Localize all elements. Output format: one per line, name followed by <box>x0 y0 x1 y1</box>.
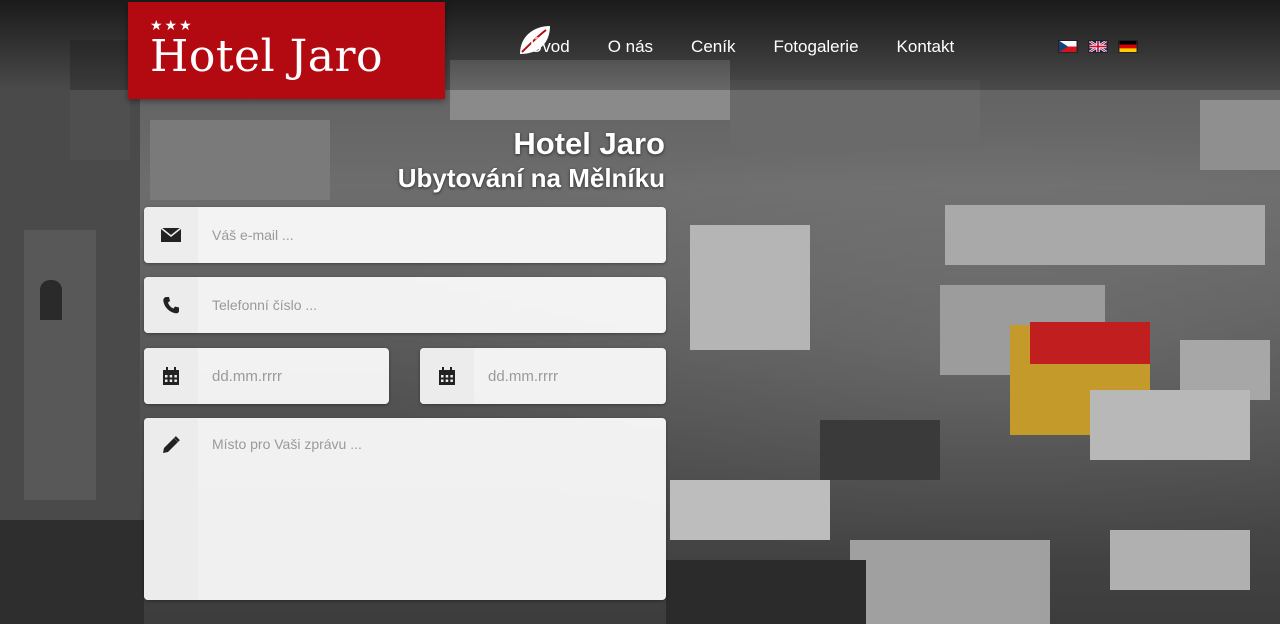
uk-flag-icon[interactable] <box>1088 40 1108 53</box>
calendar-icon <box>420 348 474 404</box>
phone-input[interactable] <box>198 277 666 333</box>
hero-headline: Hotel Jaro Ubytování na Mělníku <box>398 126 665 194</box>
hero-subtitle: Ubytování na Mělníku <box>397 163 665 193</box>
phone-icon <box>144 277 198 333</box>
german-flag-icon[interactable] <box>1118 40 1138 53</box>
czech-flag-icon[interactable] <box>1058 40 1078 53</box>
hotel-logo[interactable]: ★★★ Hotel Jaro <box>128 2 550 99</box>
calendar-icon <box>144 348 198 404</box>
date-from-input[interactable] <box>198 348 389 404</box>
language-switcher <box>1058 40 1138 53</box>
date-from-wrapper <box>144 348 389 404</box>
nav-item-fotogalerie[interactable]: Fotogalerie <box>773 36 858 58</box>
email-input[interactable] <box>198 207 666 263</box>
main-nav: Úvod O nás Ceník Fotogalerie Kontakt <box>530 36 992 58</box>
date-to-wrapper <box>420 348 666 404</box>
date-to-input[interactable] <box>474 348 666 404</box>
nav-item-cenik[interactable]: Ceník <box>691 36 735 58</box>
nav-item-uvod[interactable]: Úvod <box>530 36 570 58</box>
nav-item-o-nas[interactable]: O nás <box>608 36 653 58</box>
envelope-icon <box>144 207 198 263</box>
phone-field-wrapper <box>144 277 666 333</box>
message-textarea[interactable] <box>198 418 666 600</box>
logo-name: Hotel Jaro <box>150 31 384 82</box>
message-field-wrapper <box>144 418 666 600</box>
nav-item-kontakt[interactable]: Kontakt <box>897 36 955 58</box>
email-field-wrapper <box>144 207 666 263</box>
pencil-icon <box>144 418 198 600</box>
hero-title: Hotel Jaro <box>513 126 665 161</box>
